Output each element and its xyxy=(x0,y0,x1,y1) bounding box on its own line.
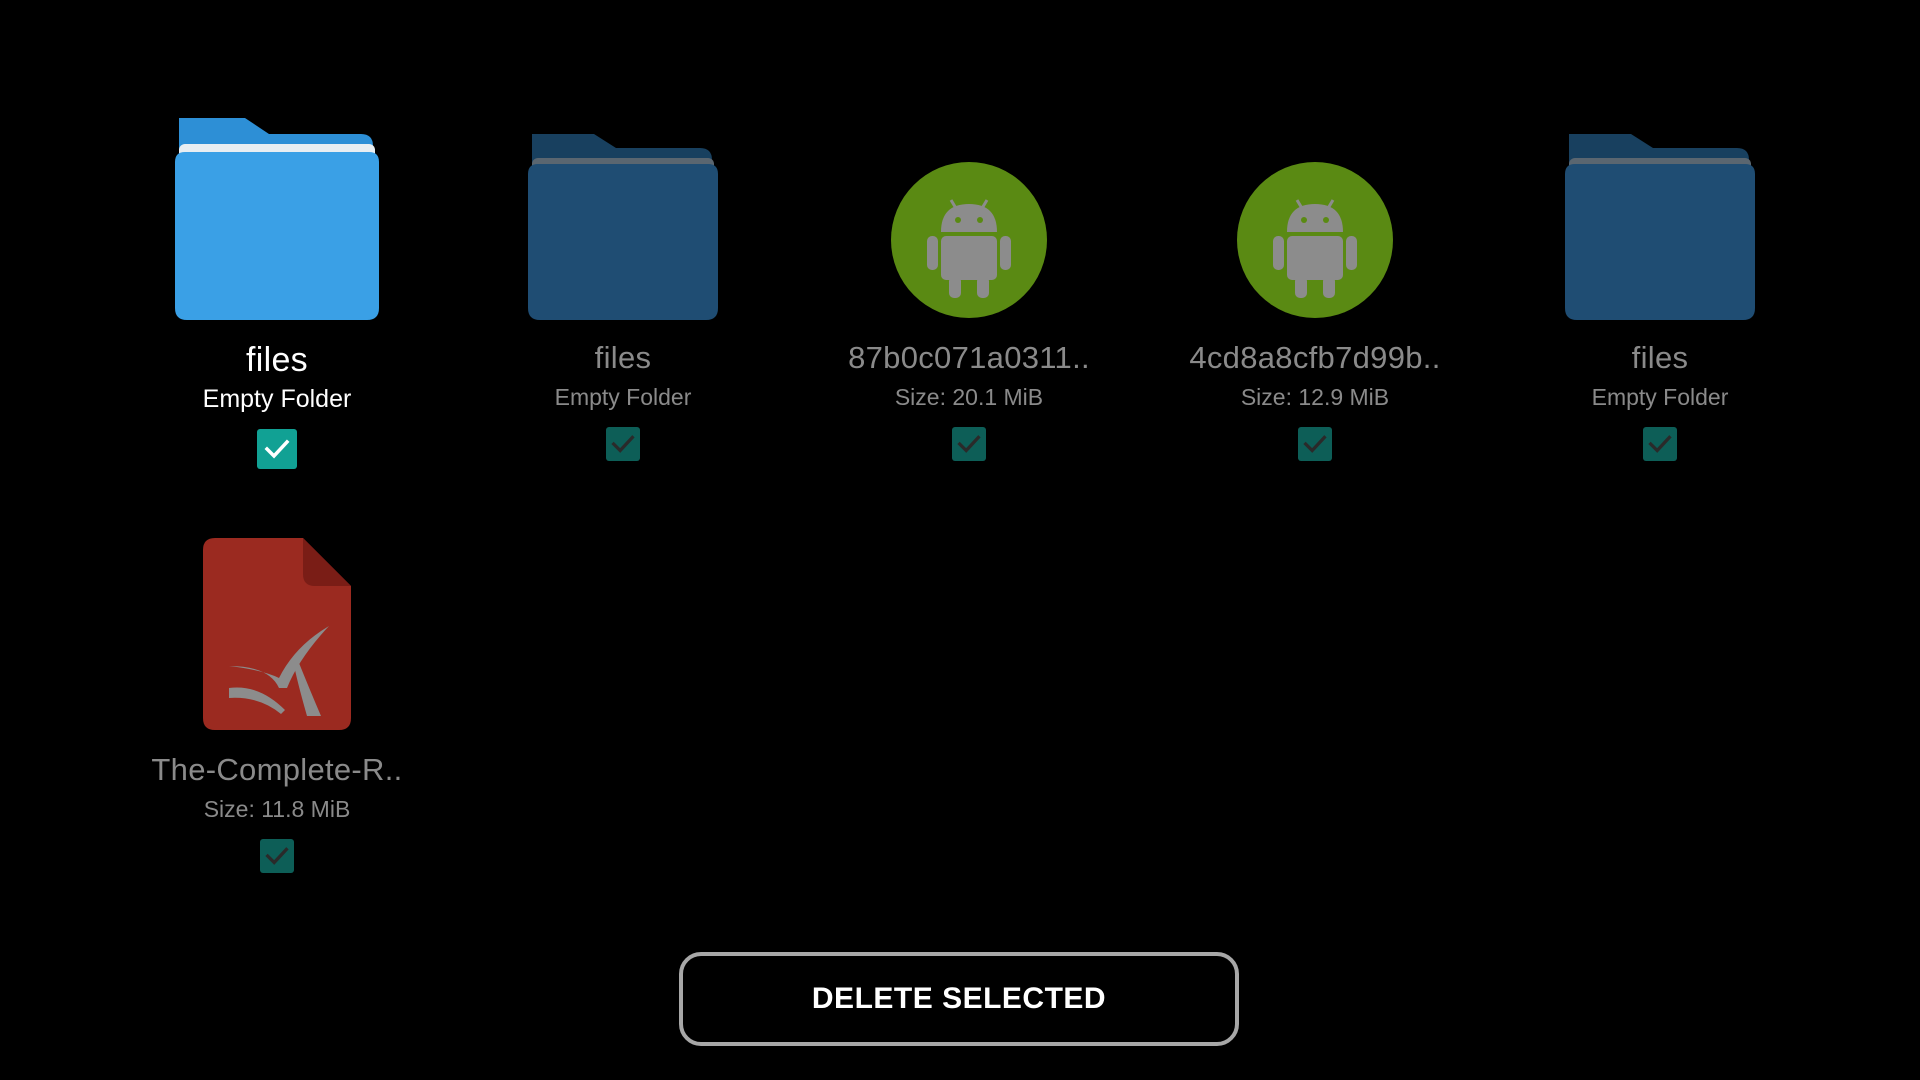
file-meta: Empty Folder xyxy=(554,384,692,410)
folder-icon xyxy=(1557,134,1763,320)
file-name: The-Complete-R.. xyxy=(151,752,403,787)
delete-selected-button[interactable]: DELETE SELECTED xyxy=(679,952,1239,1046)
file-tile-files-3[interactable]: files Empty Folder xyxy=(1510,134,1810,461)
file-tile-files-2[interactable]: files Empty Folder xyxy=(473,134,773,461)
selection-checkbox[interactable] xyxy=(260,839,294,873)
selection-checkbox[interactable] xyxy=(606,427,640,461)
file-delete-screen: files Empty Folder files Empty Folder 87… xyxy=(0,0,1920,1080)
file-name: files xyxy=(1631,340,1689,375)
file-meta: Size: 20.1 MiB xyxy=(894,384,1044,410)
file-name: files xyxy=(594,340,652,375)
folder-icon xyxy=(165,118,389,322)
checkmark-icon xyxy=(1303,435,1327,453)
file-tile-document[interactable]: The-Complete-R.. Size: 11.8 MiB xyxy=(127,538,427,873)
selection-checkbox[interactable] xyxy=(1643,427,1677,461)
checkmark-icon xyxy=(265,847,289,865)
file-meta: Empty Folder xyxy=(1591,384,1729,410)
folder-icon xyxy=(520,134,726,320)
selection-checkbox[interactable] xyxy=(257,429,297,469)
file-tile-apk-2[interactable]: 4cd8a8cfb7d99b.. Size: 12.9 MiB xyxy=(1165,134,1465,461)
file-tile-apk-1[interactable]: 87b0c071a0311.. Size: 20.1 MiB xyxy=(819,134,1119,461)
file-meta: Empty Folder xyxy=(202,385,352,413)
android-apk-icon xyxy=(1212,134,1418,320)
checkmark-icon xyxy=(957,435,981,453)
file-name: 4cd8a8cfb7d99b.. xyxy=(1189,340,1441,375)
file-name: files xyxy=(246,341,308,379)
pdf-document-icon xyxy=(174,538,380,732)
checkmark-icon xyxy=(1648,435,1672,453)
selection-checkbox[interactable] xyxy=(952,427,986,461)
file-meta: Size: 11.8 MiB xyxy=(203,796,351,822)
file-meta: Size: 12.9 MiB xyxy=(1240,384,1390,410)
android-apk-icon xyxy=(866,134,1072,320)
selection-checkbox[interactable] xyxy=(1298,427,1332,461)
checkmark-icon xyxy=(264,439,290,459)
file-tile-files-1[interactable]: files Empty Folder xyxy=(127,118,427,469)
checkmark-icon xyxy=(611,435,635,453)
file-name: 87b0c071a0311.. xyxy=(848,340,1090,375)
